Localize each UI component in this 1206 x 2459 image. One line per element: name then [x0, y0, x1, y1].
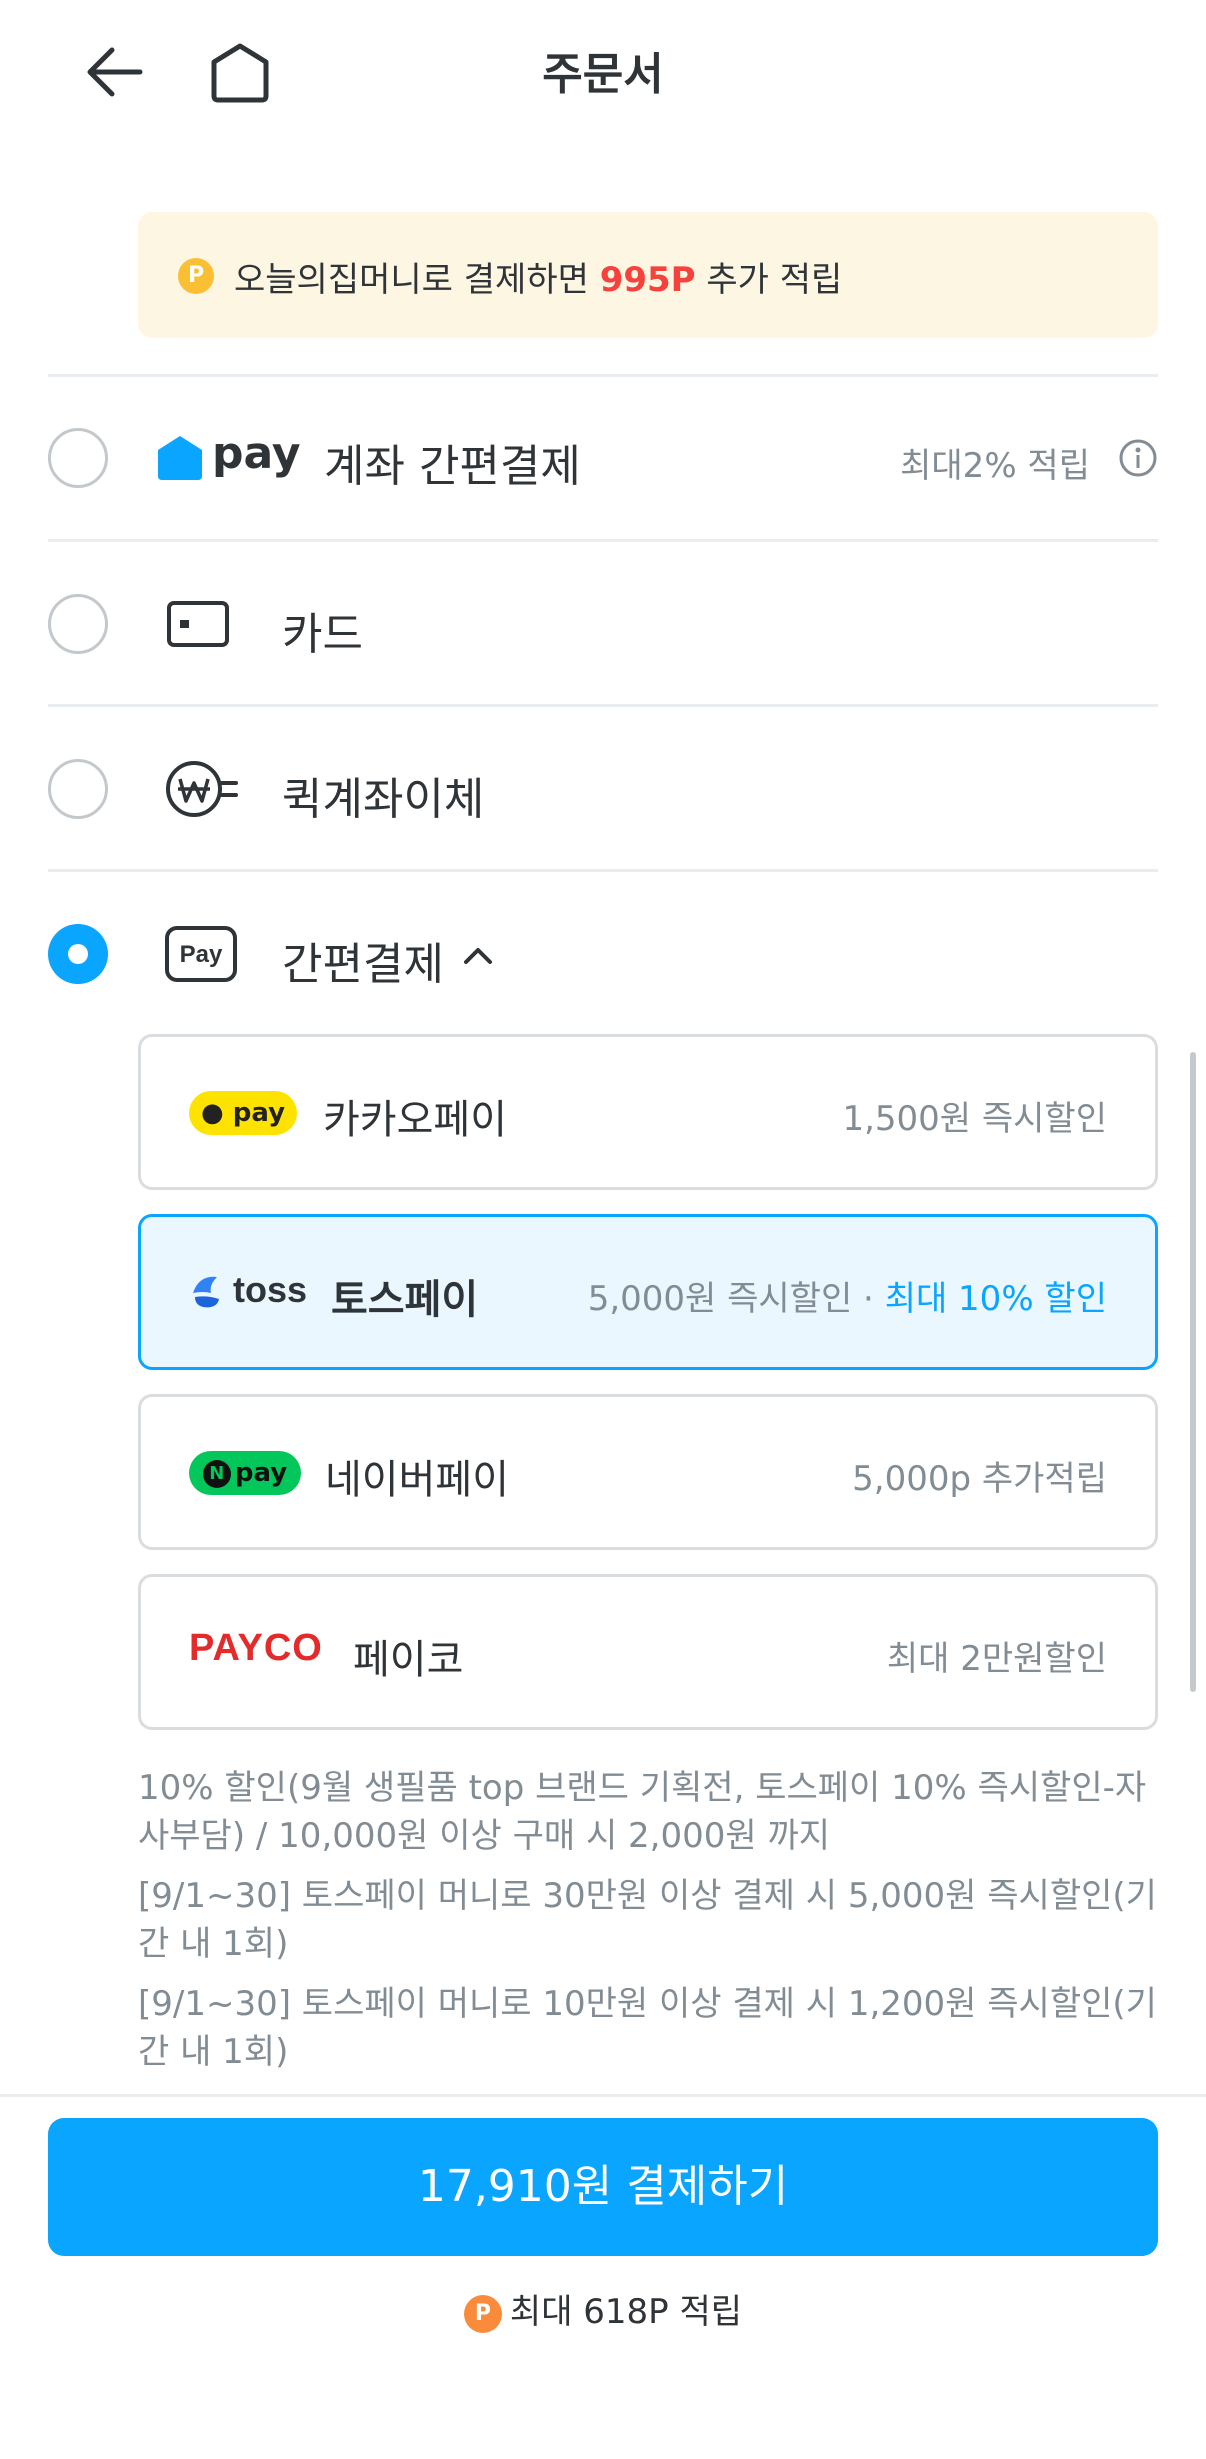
divider [48, 374, 1158, 377]
toss-logo: toss [189, 1269, 319, 1313]
reward-text: 최대 618P 적립 [509, 2292, 743, 2332]
toss-pay-name: 토스페이 [331, 1277, 479, 1323]
easy-pay-option-payco[interactable]: PAYCO 페이코 최대 2만원할인 [138, 1574, 1158, 1730]
divider [48, 704, 1158, 707]
payco-name: 페이코 [353, 1637, 464, 1683]
toss-pay-highlight: 최대 10% 할인 [884, 1279, 1107, 1319]
page-title: 주문서 [542, 49, 664, 100]
point-icon: P [178, 258, 214, 294]
pay-badge-icon: Pay [164, 924, 238, 984]
radio-card[interactable] [48, 594, 108, 654]
won-icon [164, 759, 238, 819]
easy-pay-option-toss[interactable]: toss 토스페이 5,000원 즉시할인 · 최대 10% 할인 [138, 1214, 1158, 1370]
radio-account-pay[interactable] [48, 428, 108, 488]
easy-pay-label: 간편결제 [282, 939, 444, 990]
account-pay-label: 계좌 간편결제 [324, 441, 581, 492]
promo-note: [9/1~30] 토스페이 머니로 10만원 이상 결제 시 1,200원 즉시… [138, 1984, 1157, 2072]
house-logo-icon [156, 434, 204, 482]
chevron-up-icon[interactable] [460, 940, 496, 968]
method-quick-transfer[interactable]: 퀵계좌이체 [48, 757, 1158, 825]
notice-text: 오늘의집머니로 결제하면 995P 추가 적립 [234, 260, 843, 300]
point-icon: P [463, 2294, 502, 2333]
naver-pay-benefit: 5,000p 추가적립 [852, 1459, 1107, 1499]
reward-info: P 최대 618P 적립 [0, 2284, 1206, 2333]
naver-pay-name: 네이버페이 [325, 1457, 509, 1503]
kakao-pay-logo: ● pay [189, 1091, 297, 1135]
promo-note: [9/1~30] 토스페이 머니로 30만원 이상 결제 시 5,000원 즉시… [138, 1876, 1157, 1964]
radio-easy-pay[interactable] [48, 924, 108, 984]
method-card[interactable]: 카드 [48, 592, 1158, 660]
card-icon [166, 600, 230, 648]
method-easy-pay[interactable]: Pay 간편결제 [48, 922, 1158, 990]
info-icon[interactable] [1118, 438, 1158, 478]
svg-text:Pay: Pay [180, 941, 223, 968]
toss-mark-icon [193, 1276, 219, 1308]
quick-transfer-label: 퀵계좌이체 [282, 774, 485, 825]
easy-pay-option-kakao[interactable]: ● pay 카카오페이 1,500원 즉시할인 [138, 1034, 1158, 1190]
checkout-button[interactable]: 17,910원 결제하기 [48, 2118, 1158, 2256]
kakao-pay-benefit: 1,500원 즉시할인 [842, 1099, 1107, 1139]
radio-quick-transfer[interactable] [48, 759, 108, 819]
payco-logo: PAYCO [189, 1627, 323, 1669]
naver-pay-logo: Npay [189, 1451, 301, 1495]
card-label: 카드 [282, 609, 363, 660]
account-pay-benefit: 최대2% 적립 [900, 446, 1090, 486]
method-account-pay[interactable]: pay 계좌 간편결제 최대2% 적립 [48, 426, 1158, 492]
kakao-pay-name: 카카오페이 [323, 1097, 507, 1143]
divider [48, 539, 1158, 542]
scrollbar[interactable] [1190, 1052, 1196, 1692]
toss-pay-benefit: 5,000원 즉시할인 · 최대 10% 할인 [587, 1279, 1107, 1319]
payco-benefit: 최대 2만원할인 [886, 1639, 1107, 1679]
promo-note: 10% 할인(9월 생필품 top 브랜드 기획전, 토스페이 10% 즉시할인… [138, 1768, 1147, 1856]
pay-logo: pay [212, 428, 301, 479]
divider [48, 869, 1158, 872]
notice-point: 995P [599, 260, 696, 300]
easy-pay-option-naver[interactable]: Npay 네이버페이 5,000p 추가적립 [138, 1394, 1158, 1550]
header: 주문서 [0, 0, 1206, 140]
money-notice: P 오늘의집머니로 결제하면 995P 추가 적립 [138, 212, 1158, 338]
footer-divider [0, 2094, 1206, 2097]
